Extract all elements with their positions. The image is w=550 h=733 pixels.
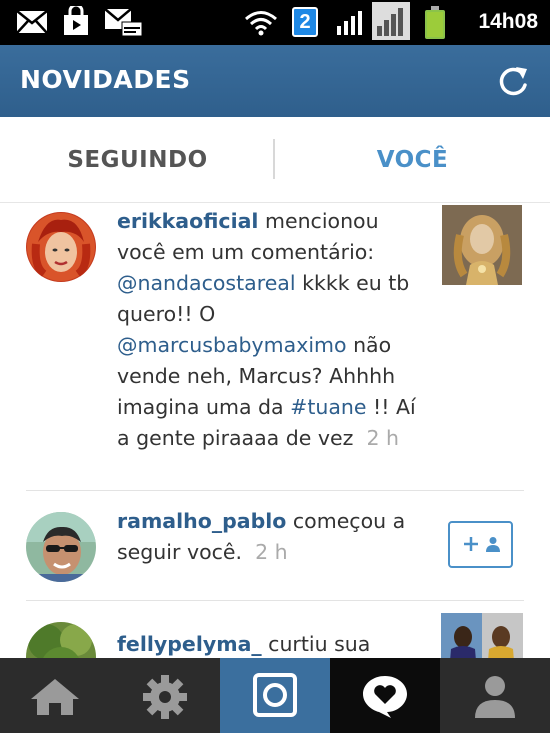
hashtag-link[interactable]: #tuane (290, 395, 366, 419)
activity-icon (363, 676, 407, 718)
avatar[interactable] (26, 512, 96, 582)
feed-item-text: fellypelyma_ curtiu sua (117, 629, 427, 658)
clock: 14h08 (478, 10, 538, 33)
page-title: NOVIDADES (20, 65, 191, 94)
wifi-icon (245, 11, 277, 36)
avatar[interactable] (26, 622, 96, 658)
divider (26, 490, 524, 491)
follow-button[interactable] (448, 521, 513, 568)
bag-icon (64, 6, 88, 35)
mail-alert-icon (104, 8, 143, 37)
mention-link[interactable]: @marcusbabymaximo (117, 333, 347, 357)
divider (26, 600, 524, 601)
network-badge-icon: 2 (292, 7, 318, 37)
bottom-nav (0, 658, 550, 733)
tab-voce[interactable]: VOCÊ (275, 117, 550, 203)
refresh-icon[interactable] (494, 63, 532, 101)
mail-icon (16, 10, 48, 34)
avatar[interactable] (26, 212, 96, 282)
battery-icon (425, 6, 445, 39)
post-thumbnail[interactable] (442, 205, 522, 285)
post-thumbnail[interactable] (441, 613, 523, 658)
username-link[interactable]: fellypelyma_ (117, 632, 262, 656)
explore-icon (143, 675, 187, 719)
nav-profile[interactable] (440, 658, 550, 733)
username-link[interactable]: erikkaoficial (117, 209, 258, 233)
status-bar: 2 14h08 (0, 0, 550, 45)
action-bar: NOVIDADES (0, 45, 550, 117)
mention-link[interactable]: @nandacostareal (117, 271, 296, 295)
tab-bar: SEGUINDO VOCÊ (0, 117, 550, 203)
feed-text: curtiu sua (261, 632, 371, 656)
signal-icon (337, 11, 362, 35)
nav-explore[interactable] (110, 658, 220, 733)
feed-item-text: ramalho_pablo começou a seguir você. 2 h (117, 506, 427, 568)
timestamp: 2 h (366, 426, 400, 450)
feed-item-text: erikkaoficial mencionou você em um comen… (117, 206, 417, 454)
plus-icon (464, 537, 478, 551)
signal-icon (372, 2, 410, 40)
nav-activity[interactable] (330, 658, 440, 733)
tab-seguindo[interactable]: SEGUINDO (0, 117, 275, 203)
person-icon (486, 537, 500, 552)
home-icon (31, 679, 79, 715)
timestamp: 2 h (255, 540, 288, 564)
activity-feed: erikkaoficial mencionou você em um comen… (0, 203, 550, 658)
nav-camera[interactable] (220, 658, 330, 733)
profile-icon (475, 676, 515, 718)
nav-home[interactable] (0, 658, 110, 733)
username-link[interactable]: ramalho_pablo (117, 509, 286, 533)
camera-icon (253, 673, 297, 717)
